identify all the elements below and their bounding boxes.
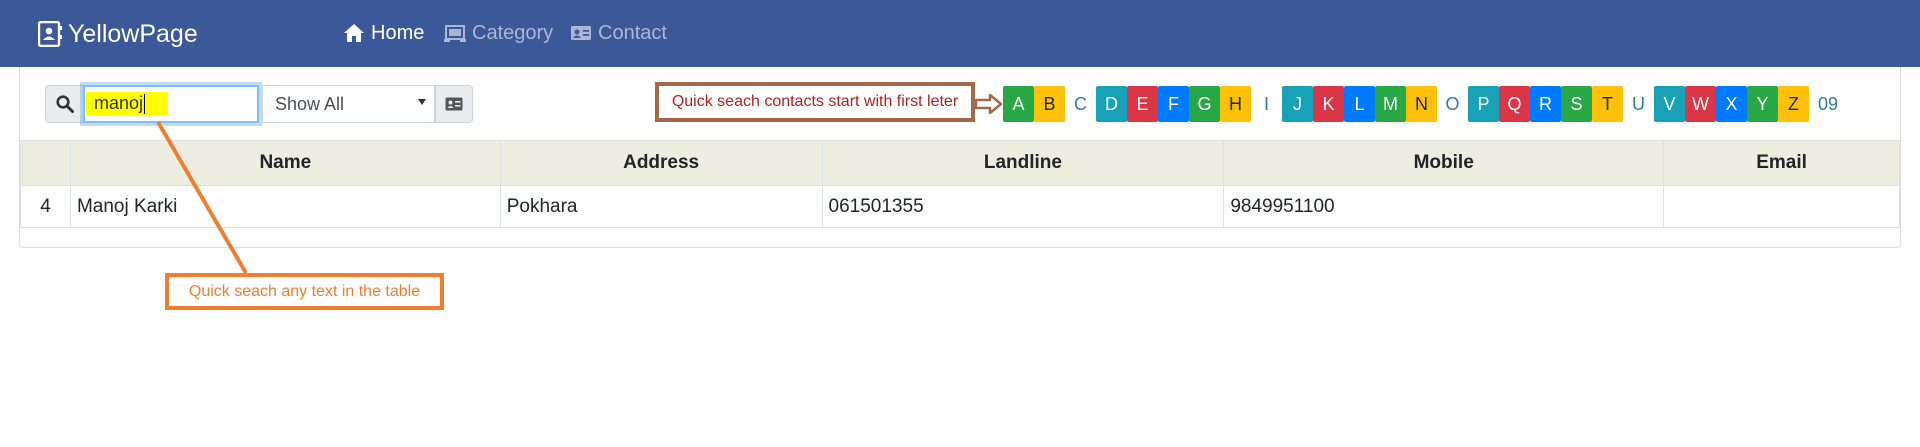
table-search-callout-text: Quick seach any text in the table: [188, 282, 421, 300]
callout-leader-line: [156, 120, 248, 275]
table-search-callout: Quick seach any text in the table: [165, 273, 444, 310]
